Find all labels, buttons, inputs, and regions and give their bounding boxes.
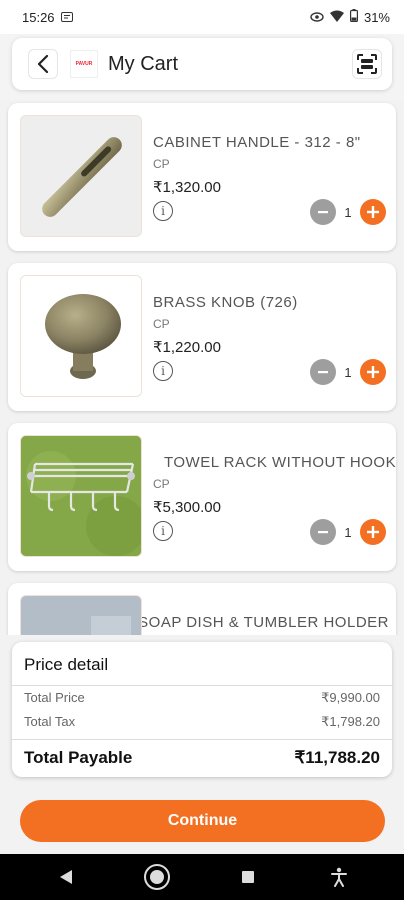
product-name: SS SOAP DISH & TUMBLER HOLDER: [142, 614, 389, 631]
product-price: ₹5,300.00: [153, 499, 221, 516]
home-circle-icon: [143, 864, 170, 890]
page-title: My Cart: [108, 52, 178, 75]
product-image-soap-dish[interactable]: [20, 595, 142, 635]
minus-icon: [318, 371, 328, 374]
info-icon[interactable]: i: [153, 521, 173, 541]
divider: [12, 739, 392, 740]
quantity-value: 1: [344, 364, 352, 380]
brand-logo: PAVUR: [70, 50, 98, 78]
message-icon: [60, 10, 73, 25]
quantity-value: 1: [344, 204, 352, 220]
battery-icon: [349, 9, 358, 25]
product-name: CABINET HANDLE - 312 - 8": [153, 134, 361, 151]
quantity-value: 1: [344, 524, 352, 540]
info-icon[interactable]: i: [153, 201, 173, 221]
cart-item[interactable]: SS SOAP DISH & TUMBLER HOLDER: [8, 583, 396, 635]
quantity-stepper: 1: [310, 199, 386, 225]
back-button[interactable]: [28, 49, 58, 79]
plus-icon: [367, 526, 379, 538]
product-name: TOWEL RACK WITHOUT HOOK: [164, 454, 397, 471]
total-price-value: ₹9,990.00: [321, 690, 380, 705]
status-time: 15:26: [22, 9, 55, 25]
price-detail-card: Price detail Total Price ₹9,990.00 Total…: [12, 642, 392, 777]
quantity-stepper: 1: [310, 359, 386, 385]
status-right: 31%: [310, 9, 390, 25]
back-triangle-icon: [59, 870, 72, 884]
cart-item[interactable]: CABINET HANDLE - 312 - 8" CP ₹1,320.00 i…: [8, 103, 396, 251]
divider: [12, 685, 392, 686]
eye-icon: [310, 10, 324, 25]
minus-icon: [318, 211, 328, 214]
header-wrap: PAVUR My Cart: [0, 34, 404, 100]
system-nav-bar: [0, 854, 404, 900]
increase-quantity-button[interactable]: [360, 519, 386, 545]
product-finish: CP: [153, 477, 170, 491]
decrease-quantity-button[interactable]: [310, 519, 336, 545]
battery-percent: 31%: [363, 9, 390, 25]
status-left: 15:26: [22, 10, 73, 25]
increase-quantity-button[interactable]: [360, 359, 386, 385]
minus-icon: [318, 531, 328, 534]
product-name: BRASS KNOB (726): [153, 294, 298, 311]
increase-quantity-button[interactable]: [360, 199, 386, 225]
total-price-label: Total Price: [24, 690, 85, 705]
accessibility-icon: [330, 867, 347, 887]
total-price-row: Total Price ₹9,990.00: [24, 690, 380, 706]
total-payable-value: ₹11,788.20: [294, 748, 380, 767]
total-payable-row: Total Payable ₹11,788.20: [24, 748, 380, 768]
product-finish: CP: [153, 317, 170, 331]
nav-accessibility-button[interactable]: [324, 862, 354, 892]
recents-square-icon: [241, 871, 254, 883]
plus-icon: [367, 366, 379, 378]
app-header: PAVUR My Cart: [12, 38, 392, 90]
cart-item[interactable]: TOWEL RACK WITHOUT HOOK CP ₹5,300.00 i 1: [8, 423, 396, 571]
chevron-left-icon: [37, 55, 49, 73]
plus-icon: [367, 206, 379, 218]
quantity-stepper: 1: [310, 519, 386, 545]
status-bar: 15:26 31%: [0, 0, 404, 34]
total-tax-value: ₹1,798.20: [321, 714, 380, 729]
scan-button[interactable]: [352, 49, 382, 79]
product-image-brass-knob[interactable]: [20, 275, 142, 397]
total-tax-row: Total Tax ₹1,798.20: [24, 714, 380, 730]
decrease-quantity-button[interactable]: [310, 359, 336, 385]
nav-back-button[interactable]: [51, 862, 81, 892]
continue-button[interactable]: Continue: [20, 800, 385, 842]
product-image-towel-rack[interactable]: [20, 435, 142, 557]
total-tax-label: Total Tax: [24, 714, 76, 729]
product-image-cabinet-handle[interactable]: [20, 115, 142, 237]
product-name-text: SS SOAP DISH & TUMBLER HOLDER: [142, 614, 389, 631]
scan-icon: [357, 54, 377, 74]
cart-list[interactable]: CABINET HANDLE - 312 - 8" CP ₹1,320.00 i…: [0, 100, 404, 635]
nav-home-button[interactable]: [142, 862, 172, 892]
wifi-icon: [329, 10, 344, 25]
brand-logo-text: PAVUR: [75, 61, 93, 67]
product-finish: CP: [153, 157, 170, 171]
product-price: ₹1,320.00: [153, 179, 221, 196]
info-icon[interactable]: i: [153, 361, 173, 381]
nav-recents-button[interactable]: [233, 862, 263, 892]
price-detail-title: Price detail: [24, 655, 109, 674]
decrease-quantity-button[interactable]: [310, 199, 336, 225]
cart-item[interactable]: BRASS KNOB (726) CP ₹1,220.00 i 1: [8, 263, 396, 411]
product-price: ₹1,220.00: [153, 339, 221, 356]
total-payable-label: Total Payable: [24, 748, 133, 767]
